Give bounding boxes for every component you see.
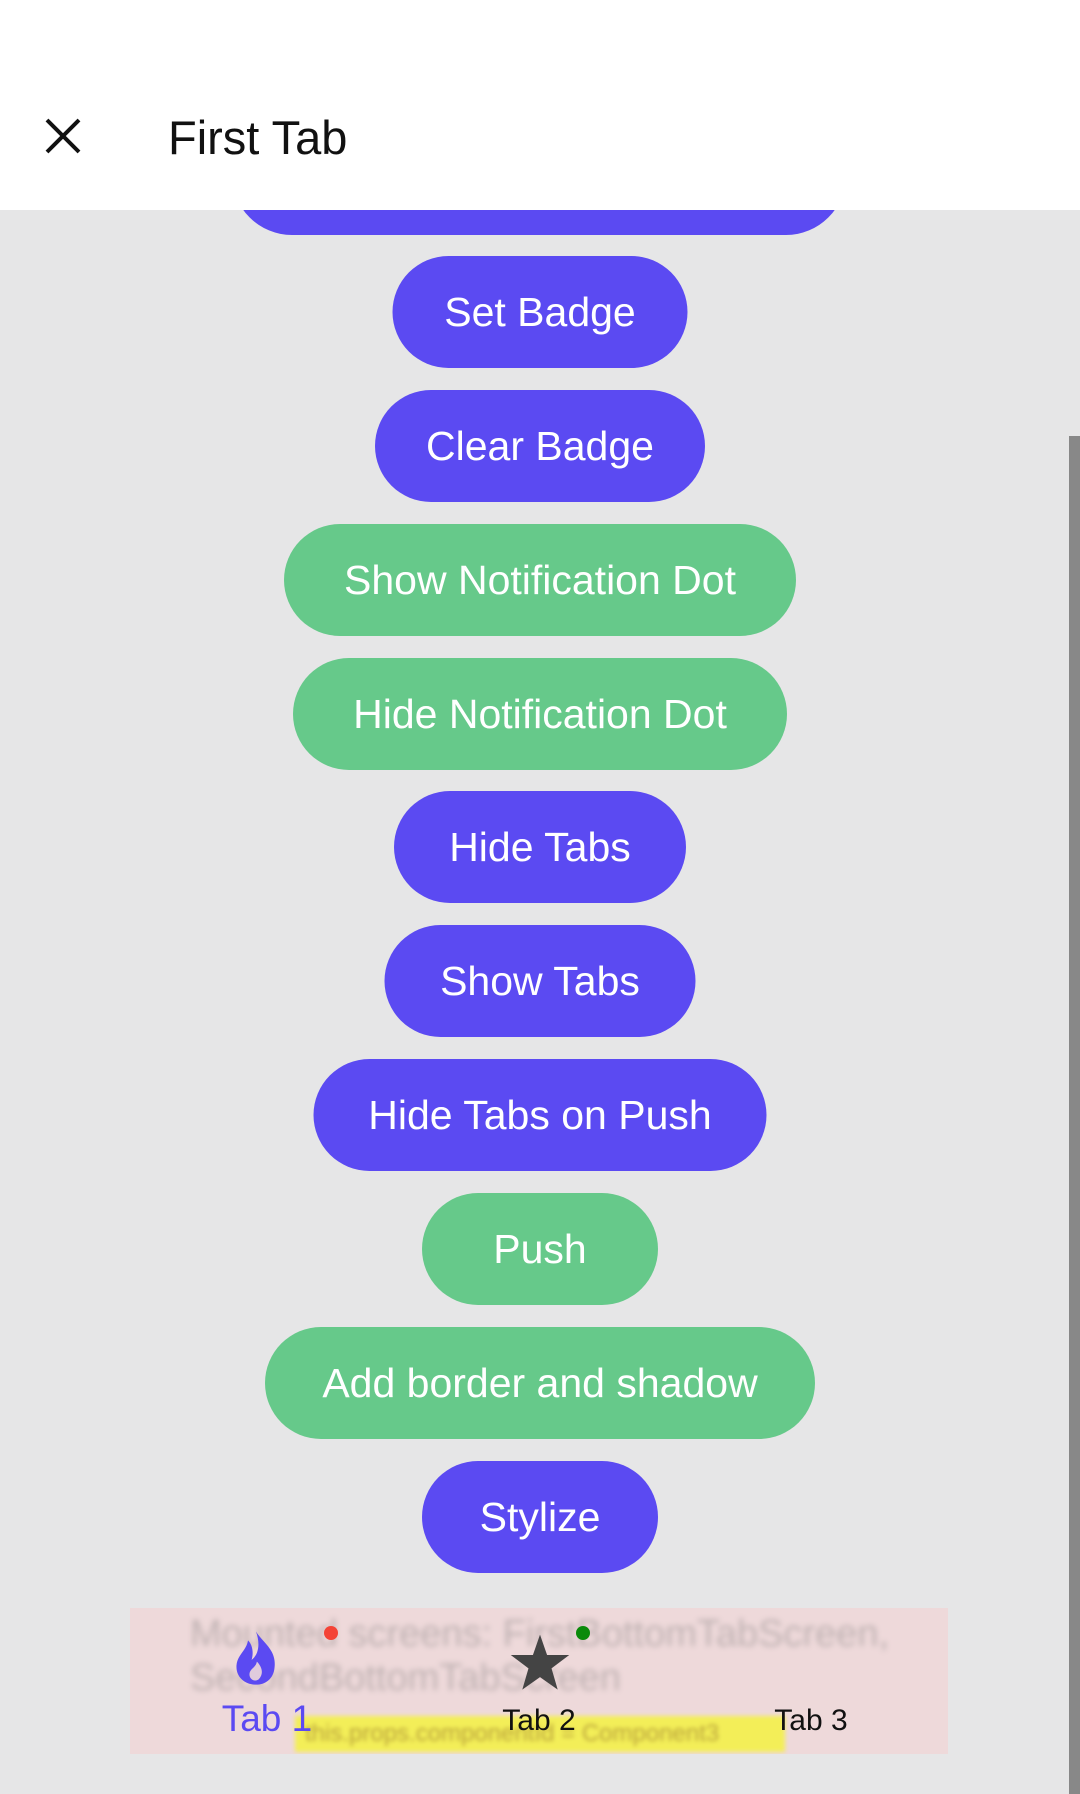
show-notification-dot-button[interactable]: Show Notification Dot <box>284 524 796 636</box>
page-title: First Tab <box>168 111 348 164</box>
notification-dot <box>576 1626 590 1640</box>
app-bar: First Tab <box>0 0 1080 210</box>
tab-2-label: Tab 2 <box>502 1704 576 1737</box>
close-icon <box>45 118 81 154</box>
hide-tabs-button[interactable]: Hide Tabs <box>394 791 686 903</box>
show-tabs-button[interactable]: Show Tabs <box>384 925 696 1037</box>
close-button[interactable] <box>28 96 98 176</box>
bottom-tab-bar: Mounted screens: FirstBottomTabScreen, S… <box>130 1608 948 1754</box>
hide-tabs-on-push-button[interactable]: Hide Tabs on Push <box>313 1059 767 1171</box>
star-icon <box>510 1634 570 1690</box>
tab-3[interactable]: Tab 3 <box>701 1608 921 1754</box>
tab-1-label: Tab 1 <box>221 1698 313 1739</box>
hide-notification-dot-button[interactable]: Hide Notification Dot <box>293 658 787 770</box>
clear-badge-button[interactable]: Clear Badge <box>375 390 705 502</box>
stylize-button[interactable]: Stylize <box>422 1461 658 1573</box>
add-border-and-shadow-button[interactable]: Add border and shadow <box>265 1327 815 1439</box>
tab-2[interactable]: Tab 2 <box>429 1608 649 1754</box>
tab-1[interactable]: Tab 1 <box>157 1608 377 1754</box>
scrollbar[interactable] <box>1069 436 1080 1794</box>
push-button[interactable]: Push <box>422 1193 658 1305</box>
tab-3-label: Tab 3 <box>774 1704 848 1737</box>
set-badge-button[interactable]: Set Badge <box>392 256 688 368</box>
notification-dot <box>324 1626 338 1640</box>
flame-icon <box>236 1631 275 1685</box>
